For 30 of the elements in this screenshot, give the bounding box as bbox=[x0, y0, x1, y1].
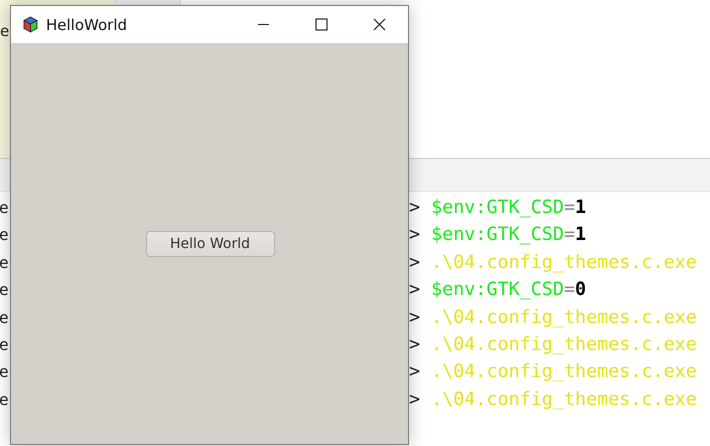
command-text: .\04.config_themes.c.exe bbox=[431, 360, 698, 384]
prompt-text: > bbox=[409, 306, 420, 330]
prompt-text: e bbox=[0, 306, 9, 329]
prompt-text: > bbox=[409, 223, 420, 248]
close-icon bbox=[372, 18, 386, 31]
prompt-text: e bbox=[0, 334, 9, 356]
command-text: .\04.config_themes.c.exe bbox=[431, 306, 698, 330]
command-text: .\04.config_themes.c.exe bbox=[431, 333, 698, 358]
command-text: $env:GTK_CSD=1 bbox=[431, 196, 588, 220]
cube-icon bbox=[23, 16, 38, 33]
hello-world-button[interactable]: Hello World bbox=[146, 230, 274, 256]
maximize-icon bbox=[314, 18, 328, 31]
prompt-text: e bbox=[0, 388, 9, 411]
prompt-text: e bbox=[0, 279, 9, 302]
command-text: $env:GTK_CSD=1 bbox=[431, 223, 588, 248]
prompt-text: > bbox=[409, 360, 420, 384]
window-title: HelloWorld bbox=[46, 16, 128, 34]
command-text: .\04.config_themes.c.exe bbox=[431, 250, 698, 275]
prompt-text: > bbox=[409, 250, 420, 275]
sidebar-text: e bbox=[0, 22, 10, 40]
command-text: .\04.config_themes.c.exe bbox=[431, 388, 698, 412]
prompt-text: > bbox=[409, 333, 420, 358]
prompt-text: > bbox=[409, 196, 420, 220]
prompt-text: > bbox=[409, 278, 420, 302]
prompt-text: e bbox=[0, 197, 9, 219]
prompt-text: e bbox=[0, 224, 9, 246]
command-text: $env:GTK_CSD=0 bbox=[431, 278, 588, 302]
prompt-text: e bbox=[0, 252, 9, 274]
prompt-text: e bbox=[0, 361, 9, 384]
prompt-text: > bbox=[409, 388, 420, 412]
